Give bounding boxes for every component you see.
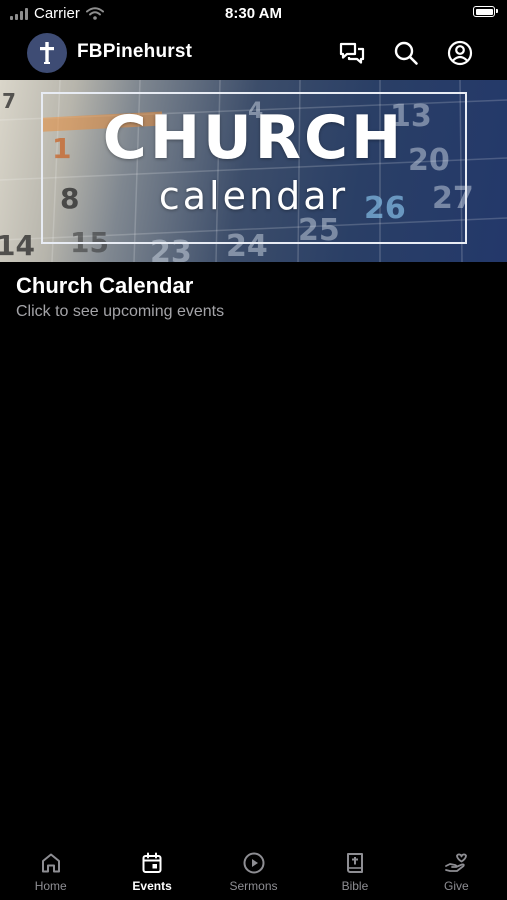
status-bar: Carrier 8:30 AM [0,0,507,28]
svg-text:14: 14 [0,229,35,262]
tab-give[interactable]: Give [406,842,507,900]
tab-home[interactable]: Home [0,842,101,900]
item-title[interactable]: Church Calendar [16,273,193,299]
chat-icon[interactable] [338,39,366,67]
app-header: FBPinehurst [0,28,507,78]
tab-events[interactable]: Events [101,842,202,900]
tab-label-events: Events [132,879,172,893]
church-calendar-banner[interactable]: 7 8 14 15 1 13 20 27 26 25 24 23 4 CHURC… [0,80,507,262]
banner-title: CHURCH [102,103,405,173]
home-icon [38,850,64,876]
give-heart-hand-icon [443,850,469,876]
battery-icon [473,6,498,17]
search-icon[interactable] [392,39,420,67]
tab-label-home: Home [34,879,67,893]
play-circle-icon [241,850,267,876]
calendar-icon [139,850,165,876]
item-subtitle: Click to see upcoming events [16,303,225,320]
tab-bible[interactable]: Bible [304,842,405,900]
tab-label-bible: Bible [341,879,369,893]
tab-label-sermons: Sermons [229,879,278,893]
tab-label-give: Give [443,879,469,893]
profile-icon[interactable] [446,39,474,67]
tab-bar: Home Events Sermons Bible Give [0,842,507,900]
status-time: 8:30 AM [225,5,282,22]
tab-sermons[interactable]: Sermons [203,842,304,900]
cross-logo-icon[interactable] [27,33,67,73]
banner-subtitle: calendar [158,174,349,218]
app-title: FBPinehurst [77,41,193,62]
bible-icon [342,850,368,876]
